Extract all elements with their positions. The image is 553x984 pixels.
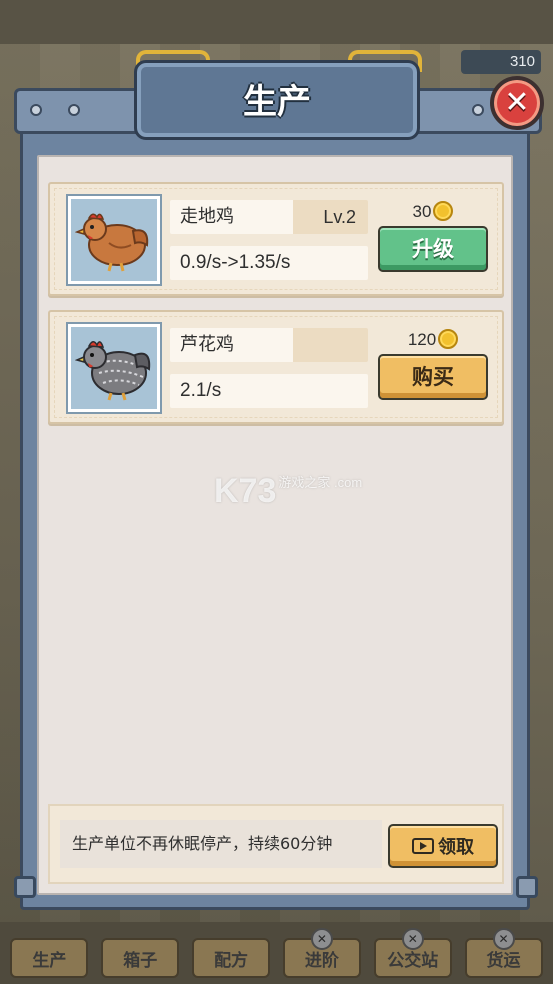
item-name-text: 走地鸡 [180, 206, 234, 227]
video-icon [412, 838, 434, 854]
item-name: 走地鸡 Lv.2 [170, 200, 368, 234]
upgrade-button[interactable]: 升级 [378, 226, 488, 272]
coin-icon [433, 201, 454, 222]
price-value: 120 [407, 330, 437, 349]
price-value: 30 [412, 202, 432, 221]
nav-label: 生产 [32, 950, 67, 971]
bolt-icon [30, 104, 42, 116]
close-button[interactable]: ✕ [490, 76, 544, 130]
watermark: K73 游戏之家 .com [214, 472, 362, 511]
nav-freight[interactable]: ✕ 货运 [464, 928, 543, 978]
claim-label: 领取 [438, 837, 474, 858]
gray-hen-icon [75, 341, 151, 401]
item-price: 30 [378, 200, 488, 224]
hen-icon [75, 213, 149, 272]
watermark-sub: 游戏之家 .com [278, 475, 363, 490]
nav-production[interactable]: 生产 [10, 938, 89, 978]
item-rate: 2.1/s [170, 374, 368, 408]
item-name-text: 芦花鸡 [180, 334, 234, 355]
item-thumbnail [66, 322, 162, 414]
nav-advance[interactable]: ✕ 进阶 [282, 928, 361, 978]
item-price: 120 [378, 328, 488, 352]
item-rate: 0.9/s->1.35/s [170, 246, 368, 280]
production-item: 芦花鸡 2.1/s 120 购买 [48, 310, 504, 424]
nav-recipes[interactable]: 配方 [192, 938, 271, 978]
lock-icon: ✕ [310, 928, 333, 950]
nav-label: 配方 [214, 950, 249, 971]
claim-button[interactable]: 领取 [388, 824, 498, 868]
close-icon: ✕ [504, 85, 530, 120]
lock-icon: ✕ [401, 928, 424, 950]
item-name: 芦花鸡 [170, 328, 368, 362]
buy-button[interactable]: 购买 [378, 354, 488, 400]
nav-label: 箱子 [123, 950, 158, 971]
dialog-title: 生产 [243, 82, 311, 122]
bolt-icon [472, 104, 484, 116]
item-level: Lv.2 [323, 207, 356, 227]
corner-bolt [14, 876, 36, 898]
bolt-icon [68, 104, 80, 116]
item-thumbnail [66, 194, 162, 286]
bottom-nav: 生产 箱子 配方 ✕ 进阶 ✕ 公交站 ✕ 货运 [0, 922, 553, 984]
production-item: 走地鸡 Lv.2 0.9/s->1.35/s 30 升级 [48, 182, 504, 296]
coin-icon [438, 329, 459, 350]
nav-boxes[interactable]: 箱子 [101, 938, 180, 978]
corner-bolt [516, 876, 538, 898]
watermark-main: K73 [214, 472, 277, 510]
bonus-description: 生产单位不再休眠停产，持续60分钟 [60, 820, 382, 868]
lock-icon: ✕ [492, 928, 515, 950]
bonus-bar: 生产单位不再休眠停产，持续60分钟 领取 [48, 804, 504, 884]
nav-bus-station[interactable]: ✕ 公交站 [373, 928, 452, 978]
top-status-bar [0, 0, 553, 44]
